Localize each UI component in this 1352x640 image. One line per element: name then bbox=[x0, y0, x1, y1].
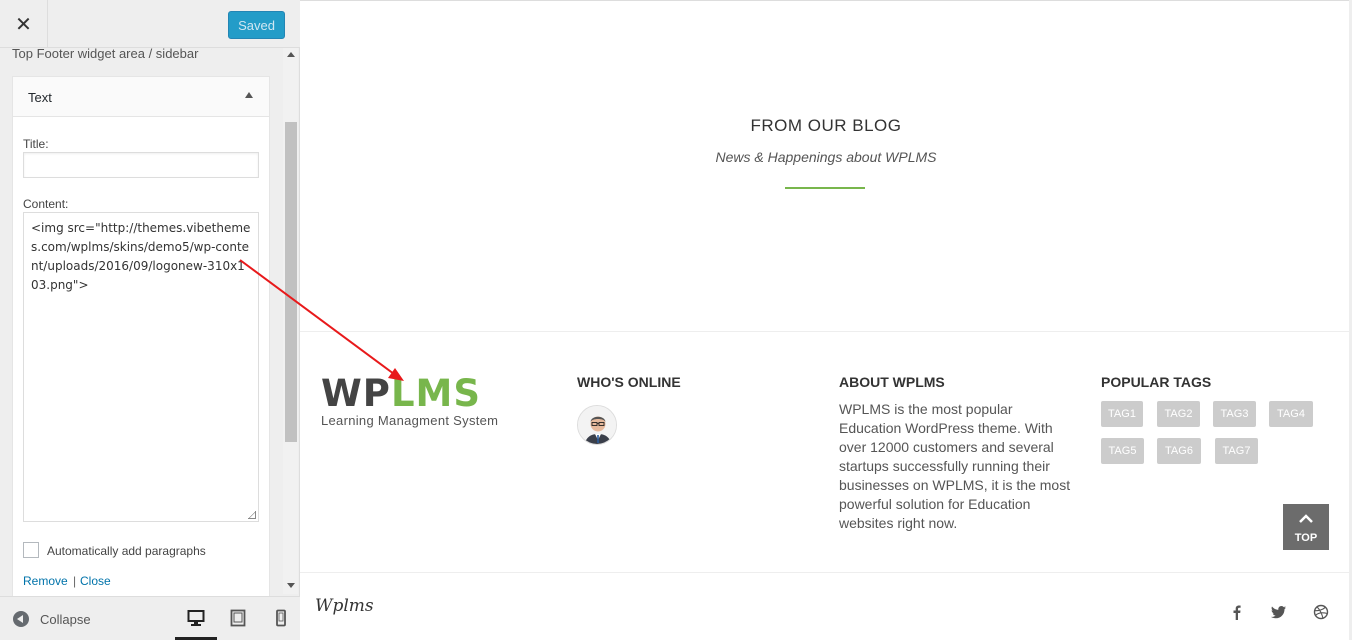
content-field-label: Content: bbox=[23, 197, 69, 211]
footer-brand-logo[interactable]: Wplms bbox=[315, 596, 374, 616]
collapse-button[interactable]: Collapse bbox=[40, 612, 91, 627]
blog-section-subtitle: News & Happenings about WPLMS bbox=[715, 149, 937, 165]
blog-section-title: FROM OUR BLOG bbox=[750, 116, 902, 135]
popular-tags-heading: POPULAR TAGS bbox=[1101, 374, 1212, 390]
tablet-preview-icon[interactable] bbox=[229, 609, 247, 627]
top-footer: WPLMS Learning Managment System WHO'S ON… bbox=[300, 331, 1352, 573]
section-title: Top Footer widget area / sidebar bbox=[12, 46, 199, 61]
customizer-footer: Collapse bbox=[0, 596, 300, 640]
tag-link[interactable]: TAG3 bbox=[1213, 401, 1256, 427]
scroll-down-icon[interactable] bbox=[287, 583, 295, 588]
whos-online-heading: WHO'S ONLINE bbox=[577, 374, 681, 390]
about-text: WPLMS is the most popular Education Word… bbox=[839, 401, 1071, 531]
twitter-icon[interactable] bbox=[1271, 604, 1287, 620]
resize-handle-icon[interactable] bbox=[248, 511, 256, 519]
auto-paragraph-checkbox[interactable] bbox=[23, 542, 39, 558]
link-separator: | bbox=[73, 574, 77, 588]
top-label: TOP bbox=[1294, 532, 1318, 544]
user-avatar-icon bbox=[578, 406, 616, 444]
saved-button[interactable]: Saved bbox=[228, 11, 285, 39]
close-customizer-button[interactable]: ✕ bbox=[0, 0, 48, 48]
tag-link[interactable]: TAG2 bbox=[1157, 401, 1200, 427]
logo-tagline: Learning Managment System bbox=[321, 413, 499, 428]
logo-lms-text: LMS bbox=[390, 372, 481, 415]
facebook-icon[interactable] bbox=[1229, 604, 1245, 620]
close-icon: ✕ bbox=[15, 12, 32, 36]
widget-header[interactable]: Text bbox=[13, 77, 269, 117]
mobile-preview-icon[interactable] bbox=[272, 609, 290, 627]
dribbble-icon[interactable] bbox=[1313, 604, 1329, 620]
bottom-footer: Wplms bbox=[300, 574, 1352, 640]
scroll-to-top-button[interactable]: TOP bbox=[1283, 504, 1329, 550]
title-divider bbox=[785, 187, 865, 189]
widget-title: Text bbox=[28, 90, 52, 105]
avatar[interactable] bbox=[577, 405, 617, 445]
customizer-header: ✕ Saved bbox=[0, 0, 300, 48]
tag-link[interactable]: TAG5 bbox=[1101, 438, 1144, 464]
title-input[interactable] bbox=[23, 152, 259, 178]
logo-wp-text: WP bbox=[321, 372, 391, 415]
about-heading: ABOUT WPLMS bbox=[839, 374, 945, 390]
desktop-preview-icon[interactable] bbox=[187, 609, 205, 627]
collapse-icon[interactable] bbox=[13, 611, 29, 627]
auto-paragraph-label: Automatically add paragraphs bbox=[47, 544, 206, 558]
tag-link[interactable]: TAG7 bbox=[1215, 438, 1258, 464]
collapse-arrow-icon[interactable] bbox=[245, 92, 253, 98]
wplms-logo[interactable]: WPLMS Learning Managment System bbox=[321, 372, 498, 428]
tag-link[interactable]: TAG4 bbox=[1269, 401, 1313, 427]
customizer-sidebar: ✕ Saved Top Footer widget area / sidebar… bbox=[0, 0, 300, 640]
scroll-up-icon[interactable] bbox=[287, 52, 295, 57]
close-link[interactable]: Close bbox=[80, 574, 111, 588]
chevron-up-icon bbox=[1299, 514, 1313, 523]
tag-link[interactable]: TAG1 bbox=[1101, 401, 1143, 427]
remove-link[interactable]: Remove bbox=[23, 574, 68, 588]
scrollbar-thumb[interactable] bbox=[285, 122, 297, 442]
title-field-label: Title: bbox=[23, 137, 49, 151]
site-preview: FROM OUR BLOG News & Happenings about WP… bbox=[300, 0, 1352, 640]
content-textarea[interactable]: <img src="http://themes.vibethemes.com/w… bbox=[23, 212, 259, 522]
text-widget: Text Title: Content: <img src="http://th… bbox=[12, 76, 270, 606]
content-text: <img src="http://themes.vibethemes.com/w… bbox=[31, 221, 251, 292]
tag-link[interactable]: TAG6 bbox=[1157, 438, 1201, 464]
